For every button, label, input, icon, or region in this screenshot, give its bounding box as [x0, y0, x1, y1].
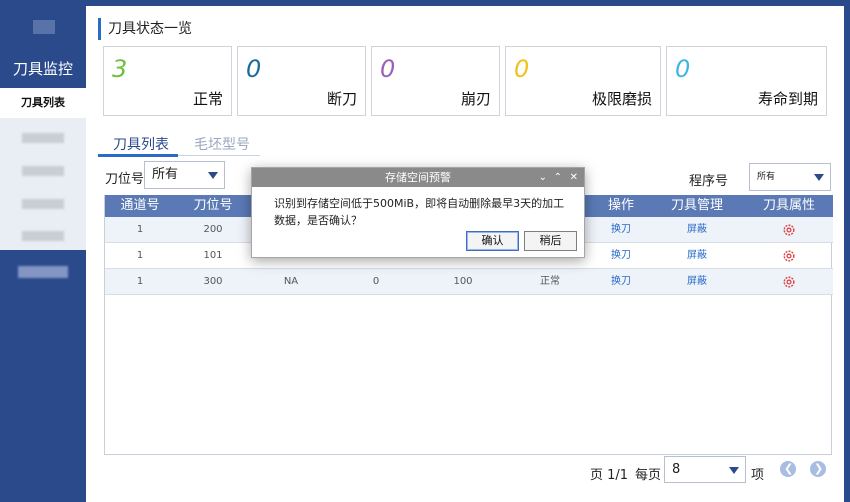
- header-channel: 通道号: [120, 198, 160, 213]
- status-count: 0: [514, 55, 530, 83]
- cell-c5: 100: [453, 276, 473, 287]
- program-select-value: 所有: [757, 172, 776, 182]
- sidebar-item-blurred[interactable]: [22, 133, 64, 143]
- disable-link[interactable]: 屏蔽: [657, 217, 737, 243]
- storage-warning-dialog: 存储空间预警 ⌄ ⌃ ✕ 识别到存储空间低于500MiB，即将自动删除最早3天的…: [251, 167, 585, 258]
- cell-tool-pos: 200: [203, 224, 223, 235]
- gear-icon[interactable]: [782, 275, 796, 289]
- cell-c4: 0: [372, 276, 380, 287]
- disable-link[interactable]: 屏蔽: [657, 243, 737, 269]
- page-indicator: 页 1/1: [590, 468, 629, 483]
- status-cards: 3 正常 0 断刀 0 崩刃 0 极限磨损 0 寿命到期: [103, 46, 827, 116]
- cell-channel: 1: [136, 224, 144, 235]
- tab-bar: 刀具列表 毛坯型号: [98, 132, 260, 157]
- status-label: 断刀: [326, 90, 357, 108]
- confirm-button[interactable]: 确认: [466, 231, 519, 251]
- tool-pos-select[interactable]: 所有: [144, 161, 225, 189]
- chevron-down-icon[interactable]: ⌄: [539, 168, 547, 187]
- tool-pos-label: 刀位号: [105, 172, 145, 187]
- swap-tool-link[interactable]: 换刀: [591, 243, 651, 269]
- status-count: 0: [380, 55, 396, 83]
- status-label: 极限磨损: [591, 90, 652, 108]
- dialog-titlebar: 存储空间预警 ⌄ ⌃ ✕: [252, 168, 584, 187]
- sidebar-title[interactable]: 刀具监控: [0, 58, 86, 79]
- logo-icon: [33, 20, 55, 34]
- per-page-value: 8: [672, 462, 681, 477]
- gear-icon[interactable]: [782, 249, 796, 263]
- cell-channel: 1: [136, 250, 144, 261]
- status-label: 崩刃: [460, 90, 491, 108]
- cell-c3: NA: [283, 276, 299, 287]
- cell-tool-pos: 101: [203, 250, 223, 261]
- chevron-left-icon: ❮: [784, 462, 794, 475]
- status-label: 寿命到期: [757, 90, 818, 108]
- dialog-message: 识别到存储空间低于500MiB，即将自动删除最早3天的加工数据，是否确认？: [274, 197, 565, 227]
- sidebar-item-tool-list[interactable]: 刀具列表: [0, 88, 86, 118]
- disable-link[interactable]: 屏蔽: [657, 269, 737, 295]
- tab-tool-list[interactable]: 刀具列表: [113, 134, 169, 154]
- status-card-chipped: 0 崩刃: [371, 46, 500, 116]
- status-count: 0: [246, 55, 262, 83]
- per-page-unit: 项: [751, 468, 765, 483]
- chevron-down-icon: [208, 172, 218, 179]
- header-operation: 操作: [607, 198, 634, 213]
- status-card-wear: 0 极限磨损: [505, 46, 661, 116]
- per-page-label: 每页: [635, 468, 662, 483]
- prev-page-button[interactable]: ❮: [780, 461, 796, 477]
- header-tool-manage: 刀具管理: [670, 198, 723, 213]
- swap-tool-link[interactable]: 换刀: [591, 217, 651, 243]
- chevron-down-icon: [814, 174, 824, 181]
- tool-pos-select-value: 所有: [152, 167, 179, 182]
- dialog-title: 存储空间预警: [385, 171, 451, 184]
- table-row: 1 300 NA 0 100 正常 换刀 屏蔽: [105, 269, 833, 295]
- chevron-right-icon: ❯: [814, 462, 824, 475]
- sidebar-item-blurred[interactable]: [22, 166, 64, 176]
- close-icon[interactable]: ✕: [570, 168, 578, 187]
- program-label: 程序号: [689, 174, 729, 189]
- next-page-button[interactable]: ❯: [810, 461, 826, 477]
- sidebar-item-blurred[interactable]: [22, 199, 64, 209]
- cell-status: 正常: [540, 276, 560, 287]
- cell-tool-pos: 300: [203, 276, 223, 287]
- swap-tool-link[interactable]: 换刀: [591, 269, 651, 295]
- cell-channel: 1: [136, 276, 144, 287]
- status-count: 0: [675, 55, 691, 83]
- header-tool-pos: 刀位号: [193, 198, 233, 213]
- tab-underline: [98, 154, 178, 157]
- tab-blank-model[interactable]: 毛坯型号: [194, 134, 250, 154]
- section-title: 刀具状态一览: [98, 18, 192, 40]
- chevron-up-icon[interactable]: ⌃: [554, 168, 562, 187]
- status-card-broken: 0 断刀: [237, 46, 366, 116]
- later-button[interactable]: 稍后: [524, 231, 577, 251]
- chevron-down-icon: [729, 467, 739, 474]
- gear-icon[interactable]: [782, 223, 796, 237]
- program-select[interactable]: 所有: [749, 163, 831, 191]
- sidebar: 刀具监控 刀具列表: [0, 0, 86, 502]
- status-label: 正常: [192, 90, 223, 108]
- status-count: 3: [112, 55, 128, 83]
- per-page-select[interactable]: 8: [664, 456, 746, 483]
- status-card-expired: 0 寿命到期: [666, 46, 827, 116]
- status-card-normal: 3 正常: [103, 46, 232, 116]
- sidebar-submenu: [0, 118, 86, 250]
- sidebar-item-blurred[interactable]: [18, 266, 68, 278]
- header-tool-props: 刀具属性: [762, 198, 815, 213]
- sidebar-item-blurred[interactable]: [22, 231, 64, 241]
